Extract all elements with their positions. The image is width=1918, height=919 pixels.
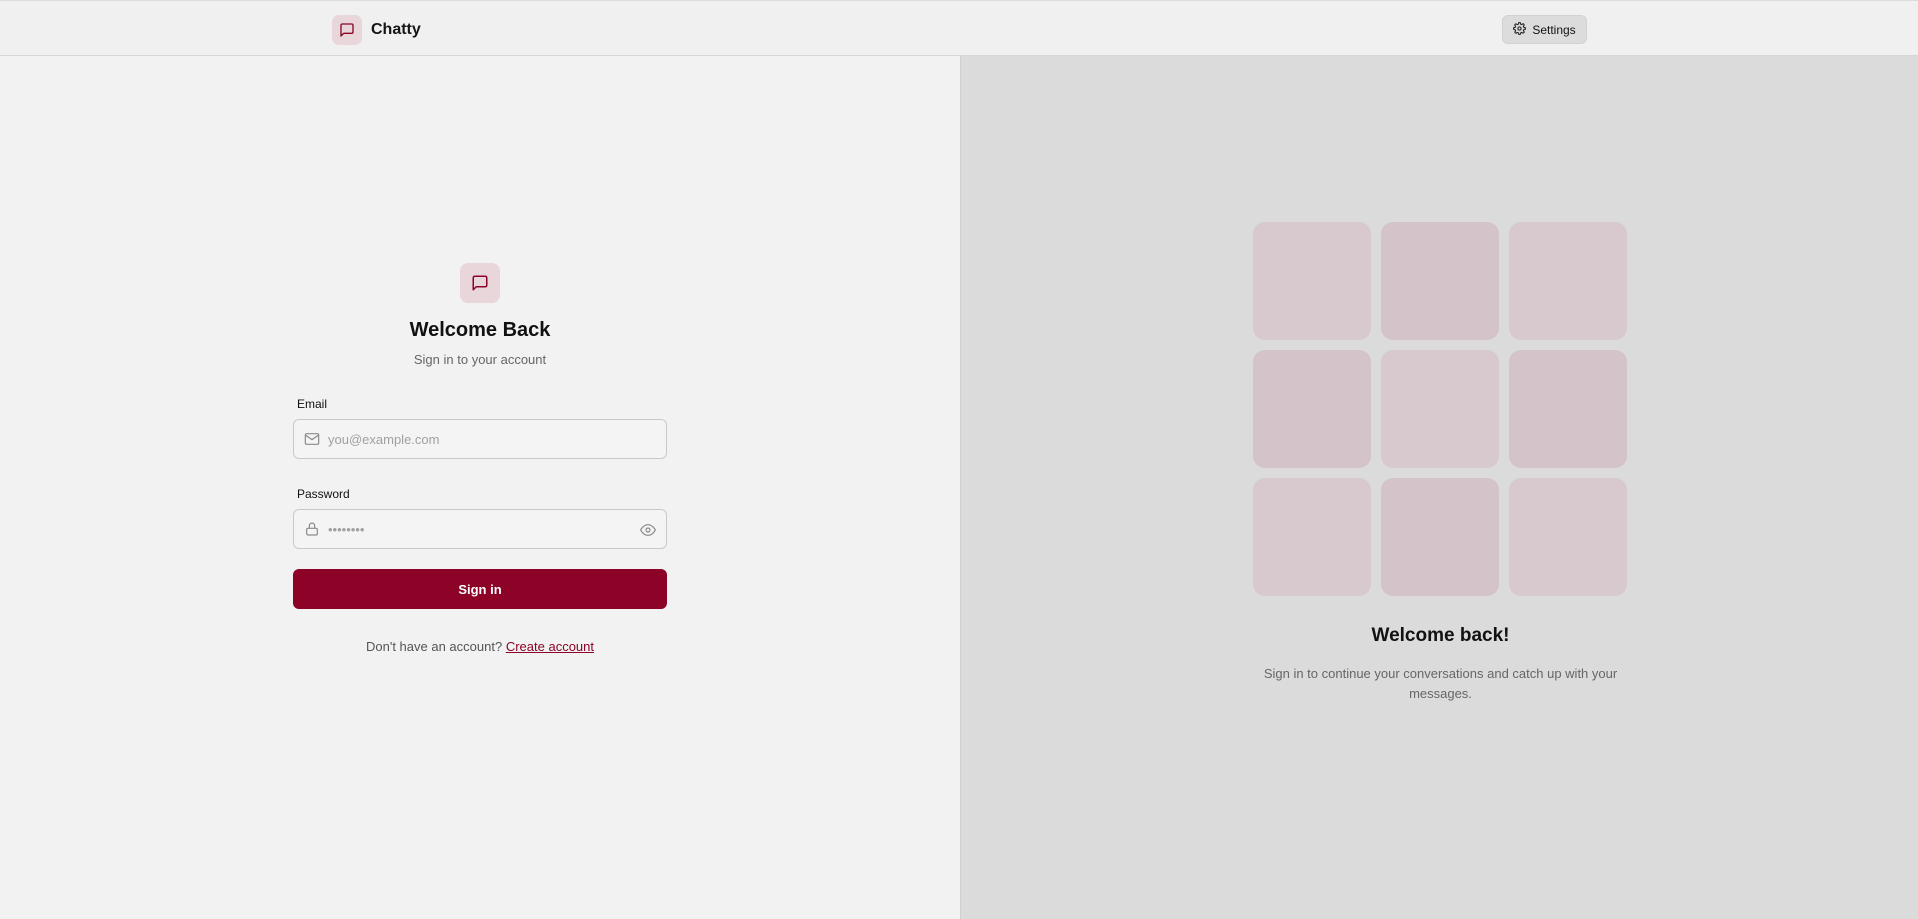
no-account-text: Don't have an account?	[366, 639, 503, 654]
brand[interactable]: Chatty	[332, 15, 421, 45]
decorative-tile-grid	[1253, 222, 1628, 596]
settings-button[interactable]: Settings	[1502, 15, 1587, 44]
decorative-tile	[1253, 222, 1371, 340]
decorative-tile	[1253, 478, 1371, 596]
mail-icon	[304, 431, 320, 447]
decorative-tile	[1381, 350, 1499, 468]
password-field-wrapper	[293, 509, 667, 549]
sign-in-button[interactable]: Sign in	[293, 569, 667, 609]
message-square-icon	[332, 15, 362, 45]
decorative-tile	[1381, 222, 1499, 340]
signup-prompt: Don't have an account? Create account	[293, 639, 667, 654]
app-name: Chatty	[371, 21, 421, 38]
eye-icon[interactable]	[639, 522, 657, 538]
decorative-tile	[1509, 350, 1627, 468]
email-label: Email	[297, 397, 328, 411]
login-form: Welcome Back Sign in to your account Ema…	[293, 263, 667, 654]
decorative-tile	[1509, 222, 1627, 340]
promo-subtitle: Sign in to continue your conversations a…	[1263, 666, 1618, 701]
promo-pane: Welcome back! Sign in to continue your c…	[960, 56, 1918, 919]
email-field[interactable]	[294, 420, 666, 458]
decorative-tile	[1381, 478, 1499, 596]
lock-icon	[304, 521, 320, 537]
top-bar: Chatty Settings	[0, 0, 1918, 56]
page-title: Welcome Back	[409, 319, 551, 341]
decorative-tile	[1253, 350, 1371, 468]
decorative-tile	[1509, 478, 1627, 596]
promo-title: Welcome back!	[1371, 625, 1510, 646]
create-account-link[interactable]: Create account	[506, 639, 594, 654]
gear-icon	[1513, 21, 1527, 38]
settings-label: Settings	[1532, 22, 1576, 37]
message-square-icon	[460, 263, 500, 303]
email-field-wrapper	[293, 419, 667, 459]
password-field[interactable]	[294, 510, 666, 548]
page-subtitle: Sign in to your account	[413, 352, 547, 367]
login-pane: Welcome Back Sign in to your account Ema…	[0, 56, 960, 919]
password-label: Password	[297, 487, 350, 501]
